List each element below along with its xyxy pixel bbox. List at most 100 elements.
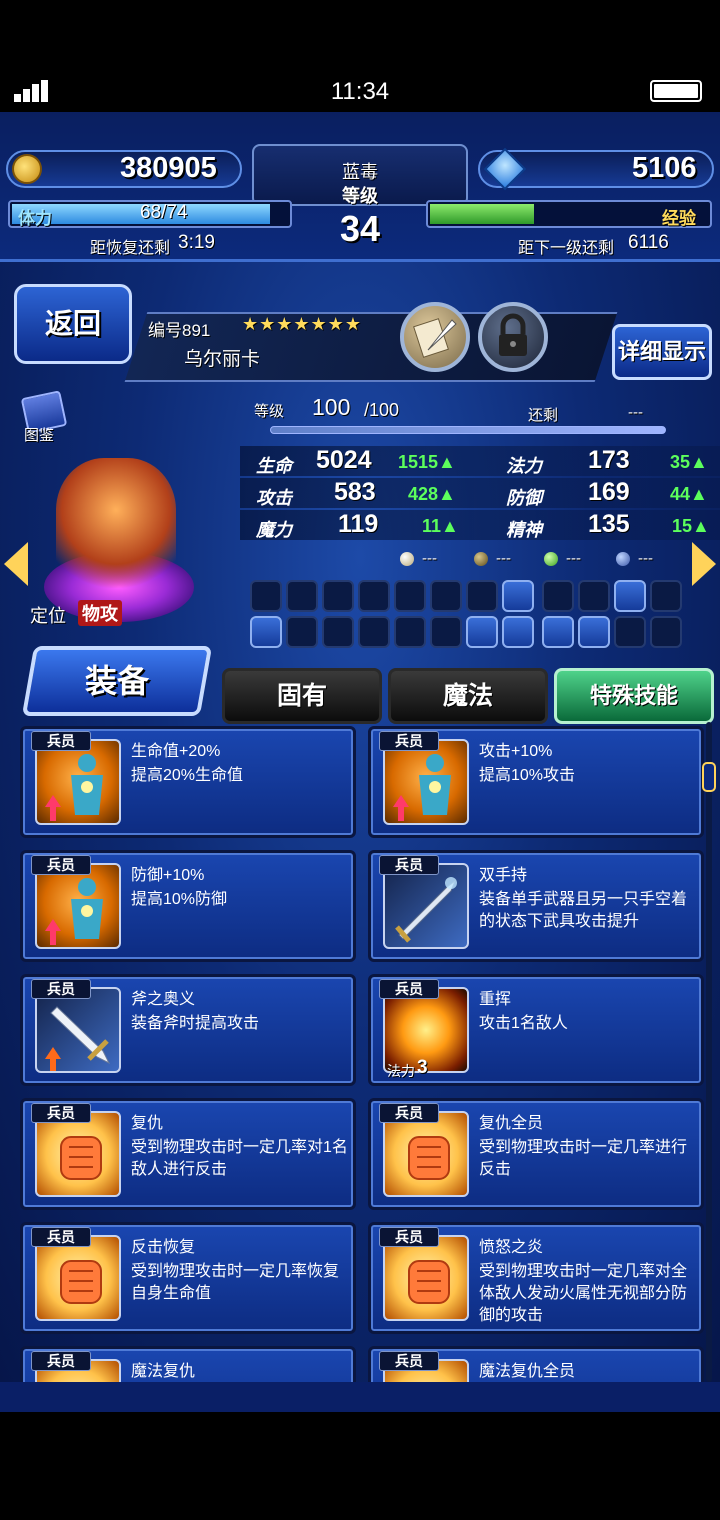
stat-value: 135 <box>588 510 630 538</box>
unit-level-max: /100 <box>364 400 400 420</box>
orb-white-icon <box>400 552 414 566</box>
ability-desc: 装备斧时提高攻击 <box>131 1015 260 1032</box>
unit-badge: 兵员 <box>379 855 439 875</box>
ability-card[interactable]: 兵员 魔法复仇全员 <box>368 1346 704 1382</box>
ability-card[interactable]: 兵员 斧之奥义 装备斧时提高攻击 <box>20 974 356 1086</box>
ability-title: 魔法复仇全员 <box>479 1363 576 1380</box>
unit-sprite <box>56 458 176 588</box>
stat-value: 583 <box>334 478 376 506</box>
player-name: 蓝毒 <box>342 162 378 182</box>
ability-title: 重挥 <box>479 991 512 1008</box>
unit-rarity-stars: ★★★★★★★ <box>242 314 362 334</box>
ability-card[interactable]: 兵员 生命值+20% 提高20%生命值 <box>20 726 356 838</box>
katana-slot-icon <box>358 580 390 612</box>
stat-label: 魔力 <box>256 520 292 540</box>
back-button[interactable]: 返回 <box>14 284 132 364</box>
quill-note-icon[interactable] <box>400 302 470 372</box>
clothes-slot-icon <box>542 616 574 648</box>
tab-equip[interactable]: 装备 <box>21 646 213 716</box>
ability-title: 攻击+10% <box>479 743 553 760</box>
fist-icon <box>383 1235 469 1321</box>
ability-card[interactable]: 兵员 双手持 装备单手武器且另一只手空着的状态下武具攻击提升 <box>368 850 704 962</box>
hammer-slot-icon <box>250 616 282 648</box>
role-label: 定位 <box>30 606 66 626</box>
top-hud: 380905 5106 蓝毒 等级 34 体力 68/74 距恢复还剩 3:19… <box>0 112 720 262</box>
tab-magic[interactable]: 魔法 <box>388 668 548 724</box>
light-shield-slot-icon <box>542 580 574 612</box>
axe-slot-icon <box>502 580 534 612</box>
stat-bonus: 35▲ <box>670 452 708 472</box>
ability-title: 双手持 <box>479 867 528 884</box>
ability-title: 复仇 <box>131 1115 164 1132</box>
body-up-icon <box>35 739 121 825</box>
status-time: 11:34 <box>330 78 390 105</box>
ability-desc: 攻击1名敌人 <box>479 1015 568 1032</box>
ability-desc: 装备单手武器且另一只手空着的状态下武具攻击提升 <box>479 891 688 930</box>
unit-badge: 兵员 <box>31 1227 91 1247</box>
ability-card[interactable]: 兵员 复仇全员 受到物理攻击时一定几率进行反击 <box>368 1098 704 1210</box>
ability-card[interactable]: 兵员 攻击+10% 提高10%攻击 <box>368 726 704 838</box>
ability-title: 魔法复仇 <box>131 1363 196 1380</box>
exp-next-label: 距下一级还剩 <box>518 240 615 257</box>
stat-bonus: 1515▲ <box>398 452 456 472</box>
bow-slot-icon <box>466 580 498 612</box>
battery-icon <box>650 80 702 102</box>
stat-label: 法力 <box>506 456 542 476</box>
orb-count: --- <box>566 550 581 567</box>
stat-label: 防御 <box>506 488 542 508</box>
ability-desc: 提高10%攻击 <box>479 767 576 784</box>
next-unit-arrow-icon[interactable] <box>692 542 716 586</box>
robe-slot-icon <box>650 616 682 648</box>
ability-card[interactable]: 兵员 愤怒之炎 受到物理攻击时一定几率对全体敌人发动火属性无视部分防御的攻击 <box>368 1222 704 1334</box>
ability-card[interactable]: 兵员 防御+10% 提高10%防御 <box>20 850 356 962</box>
unit-badge: 兵员 <box>31 731 91 751</box>
mp-cost-value: 3 <box>417 1057 428 1078</box>
stamina-recover-label: 距恢复还剩 <box>90 240 171 257</box>
bottom-band <box>0 1382 720 1412</box>
mace-slot-icon <box>466 616 498 648</box>
stat-value: 119 <box>338 510 379 538</box>
game-screen: 380905 5106 蓝毒 等级 34 体力 68/74 距恢复还剩 3:19… <box>0 112 720 1382</box>
tab-innate[interactable]: 固有 <box>222 668 382 724</box>
orb-blue-icon <box>616 552 630 566</box>
ability-card[interactable]: 兵员 反击恢复 受到物理攻击时一定几率恢复自身生命值 <box>20 1222 356 1334</box>
ability-scrollbar[interactable] <box>706 722 712 1382</box>
stamina-recover-time: 3:19 <box>178 232 215 253</box>
status-bar: 11:34 <box>0 0 720 112</box>
ability-desc: 受到物理攻击时一定几率对全体敌人发动火属性无视部分防御的攻击 <box>479 1263 688 1324</box>
unit-badge: 兵员 <box>31 855 91 875</box>
stamina-value: 68/74 <box>140 202 188 223</box>
ability-desc: 受到物理攻击时一定几率恢复自身生命值 <box>131 1263 340 1302</box>
unit-badge: 兵员 <box>379 979 439 999</box>
ability-card[interactable]: 兵员 法力 3 重挥 攻击1名敌人 <box>368 974 704 1086</box>
stat-value: 173 <box>588 446 630 474</box>
fist-icon <box>35 1235 121 1321</box>
stat-value: 169 <box>588 478 630 506</box>
stat-bonus: 428▲ <box>408 484 456 504</box>
unit-badge: 兵员 <box>379 731 439 751</box>
stat-label: 攻击 <box>256 488 292 508</box>
scrollbar-thumb[interactable] <box>702 762 716 792</box>
fist-slot-icon <box>502 616 534 648</box>
detail-display-button[interactable]: 详细显示 <box>612 324 712 380</box>
ability-desc: 提高20%生命值 <box>131 767 244 784</box>
lock-icon[interactable] <box>478 302 548 372</box>
ability-card[interactable]: 兵员 复仇 受到物理攻击时一定几率对1名敌人进行反击 <box>20 1098 356 1210</box>
throwing-slot-icon <box>394 616 426 648</box>
ability-card[interactable]: 兵员 魔法复仇 <box>20 1346 356 1382</box>
orb-green-icon <box>544 552 558 566</box>
sword-icon <box>383 863 469 949</box>
orb-count: --- <box>638 550 653 567</box>
rod-slot-icon <box>430 580 462 612</box>
prev-unit-arrow-icon[interactable] <box>4 542 28 586</box>
ability-title: 生命值+20% <box>131 743 221 760</box>
ability-title: 复仇全员 <box>479 1115 544 1132</box>
unit-badge: 兵员 <box>379 1351 439 1371</box>
ability-title: 反击恢复 <box>131 1239 196 1256</box>
tab-special-skills[interactable]: 特殊技能 <box>554 668 714 724</box>
orb-count: --- <box>496 550 511 567</box>
ability-desc: 受到物理攻击时一定几率进行反击 <box>479 1139 688 1178</box>
unit-badge: 兵员 <box>31 1103 91 1123</box>
orb-brown-icon <box>474 552 488 566</box>
stat-label: 生命 <box>256 456 292 476</box>
